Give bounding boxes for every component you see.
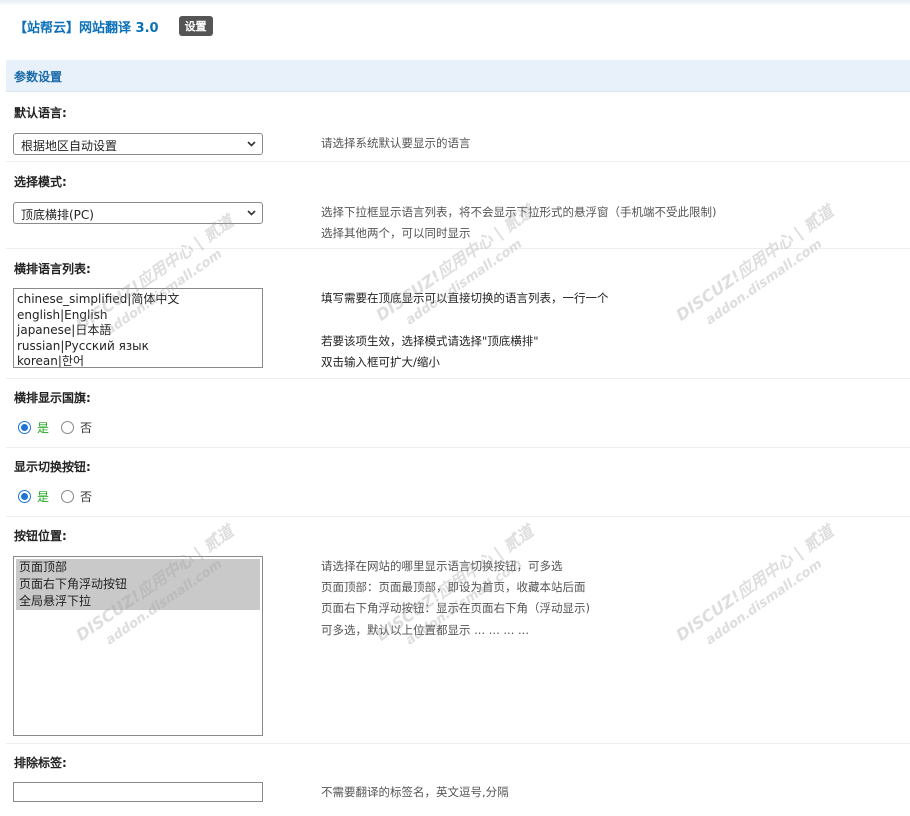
page-header: 【站帮云】网站翻译 3.0 设置 (14, 16, 213, 36)
button-position-option[interactable]: 页面顶部 (16, 559, 260, 576)
show-flag-label: 横排显示国旗: (14, 391, 91, 405)
language-list-desc-2: 若要该项生效，选择模式请选择"顶底横排" (321, 334, 539, 348)
default-language-select[interactable]: 根据地区自动设置 (13, 133, 263, 155)
exclude-tags-input[interactable] (13, 782, 263, 802)
language-list-desc-1: 填写需要在顶底显示可以直接切换的语言列表，一行一个 (321, 291, 609, 305)
select-mode-value: 顶底横排(PC) (21, 208, 94, 222)
language-list-desc-3: 双击输入框可扩大/缩小 (321, 355, 440, 369)
button-position-option[interactable]: 页面右下角浮动按钮 (16, 576, 260, 593)
divider (6, 516, 910, 517)
show-switch-radio-group: 是 否 (18, 488, 92, 505)
show-flag-yes-radio[interactable] (18, 421, 31, 434)
watermark-sub: addon.dismall.com (703, 236, 826, 329)
divider (6, 248, 910, 249)
select-mode-desc-2: 选择其他两个，可以同时显示 (321, 226, 471, 240)
button-position-option[interactable]: 全局悬浮下拉 (16, 593, 260, 610)
show-switch-yes-radio[interactable] (18, 490, 31, 503)
chevron-down-icon (247, 141, 256, 147)
show-switch-yes-label[interactable]: 是 (37, 488, 49, 505)
language-list-textarea[interactable]: chinese_simplified|简体中文 english|English … (13, 288, 263, 368)
show-flag-yes-label[interactable]: 是 (37, 419, 49, 436)
show-flag-no-label[interactable]: 否 (80, 419, 92, 436)
app-title: 【站帮云】网站翻译 3.0 (14, 20, 159, 36)
select-mode-select[interactable]: 顶底横排(PC) (13, 202, 263, 224)
show-switch-no-radio[interactable] (61, 490, 75, 503)
divider (6, 447, 910, 448)
divider (6, 378, 910, 379)
language-list-label: 横排语言列表: (14, 262, 91, 276)
divider (6, 161, 910, 162)
exclude-tags-label: 排除标签: (14, 756, 67, 770)
show-switch-label: 显示切换按钮: (14, 460, 91, 474)
chevron-down-icon (247, 210, 256, 216)
language-list-line: russian|Русский язык (17, 338, 149, 353)
select-mode-label: 选择模式: (14, 175, 67, 189)
language-list-line: english|English (17, 307, 108, 322)
top-gradient-bar (0, 0, 910, 6)
watermark-sub: addon.dismall.com (703, 556, 826, 649)
language-list-line: korean|한어 (17, 354, 84, 368)
language-list-line: chinese_simplified|简体中文 (17, 292, 180, 306)
show-flag-radio-group: 是 否 (18, 419, 92, 436)
watermark: DISCUZ!应用中心 | 贰道 (672, 521, 837, 645)
button-position-listbox[interactable]: 页面顶部 页面右下角浮动按钮 全局悬浮下拉 (13, 556, 263, 736)
button-position-desc-2: 页面顶部：页面最顶部，即设为首页，收藏本站后面 (321, 580, 586, 594)
select-mode-desc-1: 选择下拉框显示语言列表，将不会显示下拉形式的悬浮窗（手机端不受此限制) (321, 205, 717, 219)
divider (6, 743, 910, 744)
watermark-sub: addon.dismall.com (403, 236, 526, 329)
button-position-desc-1: 请选择在网站的哪里显示语言切换按钮，可多选 (321, 559, 563, 573)
button-position-desc-3: 页面右下角浮动按钮：显示在页面右下角（浮动显示) (321, 601, 590, 615)
default-language-value: 根据地区自动设置 (21, 139, 118, 153)
language-list-line: japanese|日本語 (17, 323, 112, 337)
show-switch-no-label[interactable]: 否 (80, 488, 92, 505)
default-language-label: 默认语言: (14, 106, 67, 120)
show-flag-no-radio[interactable] (61, 421, 75, 434)
default-language-desc: 请选择系统默认要显示的语言 (321, 136, 471, 150)
button-position-label: 按钮位置: (14, 529, 67, 543)
section-title: 参数设置 (14, 70, 63, 84)
settings-badge[interactable]: 设置 (178, 16, 213, 36)
button-position-desc-4: 可多选，默认以上位置都显示 ... ... ... ... (321, 623, 529, 637)
section-header: 参数设置 (6, 60, 910, 92)
exclude-tags-desc: 不需要翻译的标签名，英文逗号,分隔 (321, 785, 509, 799)
